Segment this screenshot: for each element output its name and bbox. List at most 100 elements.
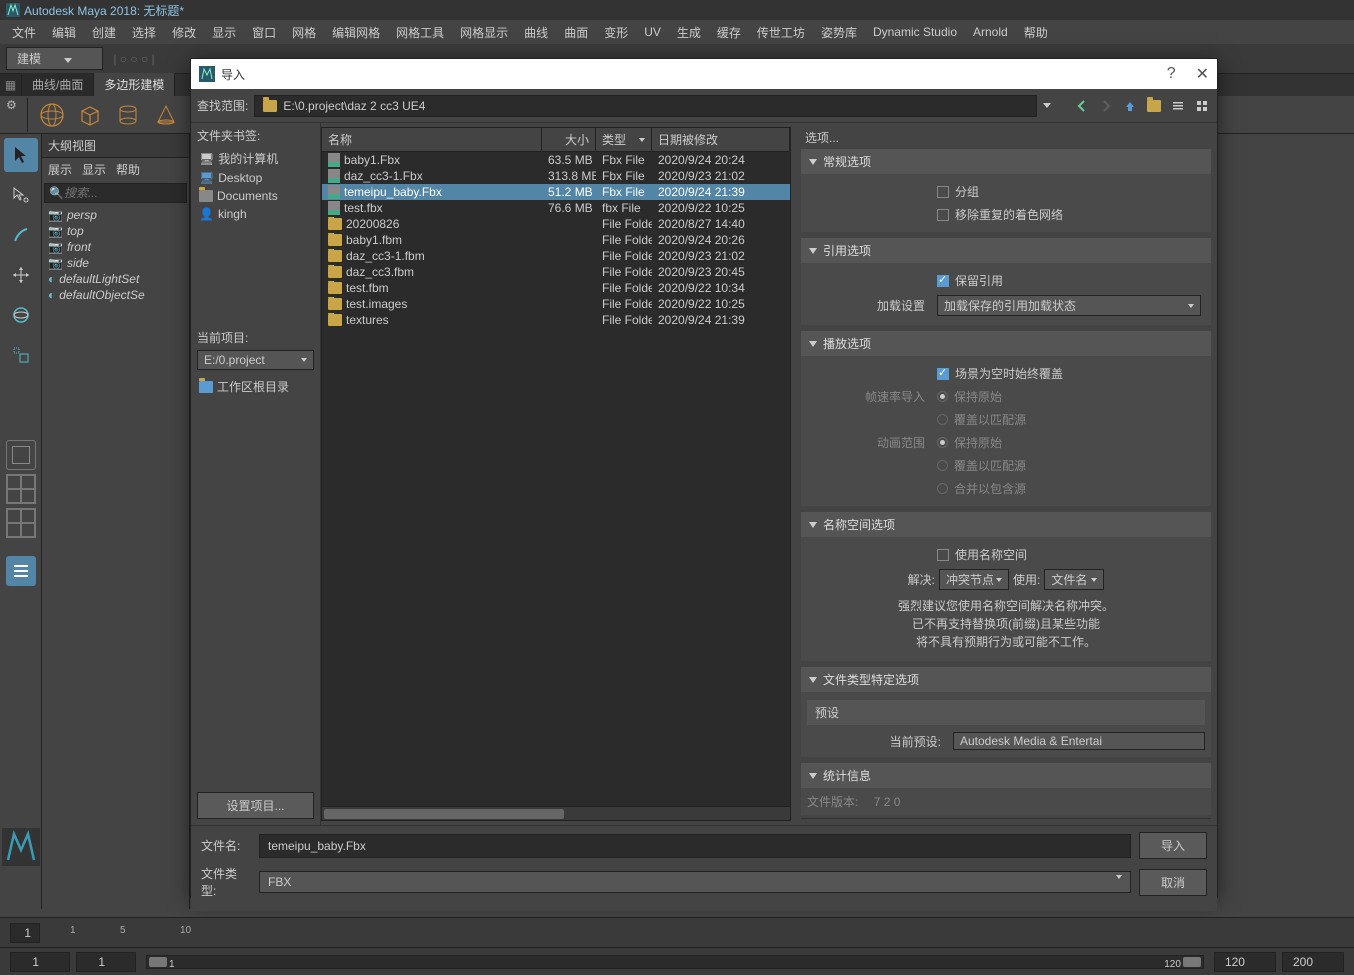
menu-display[interactable]: 显示 (204, 24, 244, 41)
filetype-dropdown[interactable]: FBX (259, 871, 1131, 893)
select-tool[interactable] (4, 138, 38, 172)
menu-generate[interactable]: 生成 (669, 24, 709, 41)
col-size[interactable]: 大小 (542, 128, 596, 151)
section-filetype-header[interactable]: 文件类型特定选项 (801, 667, 1211, 692)
workspace-root-item[interactable]: 工作区根目录 (191, 376, 320, 397)
checkbox-override-empty[interactable] (937, 368, 949, 380)
nav-up-icon[interactable] (1121, 97, 1139, 115)
time-ruler[interactable]: 1 5 10 (60, 921, 1344, 945)
outer-end[interactable]: 200 (1282, 952, 1344, 972)
menu-create[interactable]: 创建 (84, 24, 124, 41)
menu-select[interactable]: 选择 (124, 24, 164, 41)
current-project-dropdown[interactable]: E:/0.project (197, 350, 314, 370)
workspace-dropdown[interactable]: 建模 (6, 47, 103, 70)
import-button[interactable]: 导入 (1139, 832, 1207, 859)
range-slider[interactable]: 1 1 1 120 120 200 (0, 947, 1354, 975)
section-general-header[interactable]: 常规选项 (801, 149, 1211, 174)
set-project-button[interactable]: 设置项目... (197, 792, 314, 819)
range-track[interactable]: 1 120 (146, 955, 1204, 969)
menu-modify[interactable]: 修改 (164, 24, 204, 41)
outliner-item-top[interactable]: 📷top (46, 223, 185, 239)
section-reference-header[interactable]: 引用选项 (801, 238, 1211, 263)
use-dropdown[interactable]: 文件名 (1044, 569, 1104, 590)
section-namespace-header[interactable]: 名称空间选项 (801, 512, 1211, 537)
file-row[interactable]: daz_cc3.fbmFile Folder2020/9/23 20:45 (322, 264, 790, 280)
lasso-tool[interactable] (4, 178, 38, 212)
poly-cylinder-icon[interactable] (114, 101, 142, 129)
poly-cone-icon[interactable] (152, 101, 180, 129)
options-scroll[interactable]: 常规选项 分组 移除重复的着色网络 引用选项 保留引用 加载设置加载保存的引用加… (801, 149, 1211, 819)
time-slider[interactable]: 1 1 5 10 (0, 917, 1354, 947)
poly-sphere-icon[interactable] (38, 101, 66, 129)
file-row[interactable]: baby1.Fbx63.5 MBFbx File2020/9/24 20:24 (322, 152, 790, 168)
menu-mesh-display[interactable]: 网格显示 (452, 24, 516, 41)
outliner-menu-help[interactable]: 帮助 (116, 161, 140, 178)
checkbox-group[interactable] (937, 186, 949, 198)
range-end[interactable]: 120 (1214, 952, 1276, 972)
file-row[interactable]: test.fbmFile Folder2020/9/22 10:34 (322, 280, 790, 296)
range-start[interactable]: 1 (76, 952, 136, 972)
range-thumb-end[interactable] (1183, 957, 1201, 967)
bookmark-desktop[interactable]: 🖥Desktop (191, 169, 320, 187)
shelf-gear-icon[interactable]: ⚙ (6, 98, 28, 132)
menu-csgf[interactable]: 传世工坊 (749, 24, 813, 41)
range-thumb-start[interactable] (149, 957, 167, 967)
paint-select-tool[interactable] (4, 218, 38, 252)
path-input[interactable]: E:\0.project\daz 2 cc3 UE4 (254, 95, 1037, 117)
section-playback-header[interactable]: 播放选项 (801, 331, 1211, 356)
menu-file[interactable]: 文件 (4, 24, 44, 41)
menu-help[interactable]: 帮助 (1016, 24, 1056, 41)
outer-start[interactable]: 1 (10, 952, 70, 972)
menu-uv[interactable]: UV (636, 25, 669, 39)
menu-poselib[interactable]: 姿势库 (813, 24, 865, 41)
file-row[interactable]: 20200826File Folder2020/8/27 14:40 (322, 216, 790, 232)
file-row[interactable]: daz_cc3-1.Fbx313.8 MBFbx File2020/9/23 2… (322, 168, 790, 184)
menu-mesh-tools[interactable]: 网格工具 (388, 24, 452, 41)
nav-fwd-icon[interactable] (1097, 97, 1115, 115)
poly-cube-icon[interactable] (76, 101, 104, 129)
outliner-item-side[interactable]: 📷side (46, 255, 185, 271)
channel-box-toggle[interactable] (6, 556, 36, 586)
preset-header[interactable]: 预设 (807, 700, 1205, 725)
file-row[interactable]: temeipu_baby.Fbx51.2 MBFbx File2020/9/24… (322, 184, 790, 200)
scale-tool[interactable] (4, 338, 38, 372)
path-dropdown-icon[interactable] (1043, 103, 1051, 108)
rotate-tool[interactable] (4, 298, 38, 332)
move-tool[interactable] (4, 258, 38, 292)
menu-edit[interactable]: 编辑 (44, 24, 84, 41)
menu-arnold[interactable]: Arnold (965, 25, 1016, 39)
outliner-menu-show[interactable]: 展示 (48, 161, 72, 178)
col-type[interactable]: 类型 (596, 128, 652, 151)
close-button[interactable]: ✕ (1196, 64, 1209, 84)
list-view-icon[interactable] (1169, 97, 1187, 115)
col-name[interactable]: 名称 (322, 128, 542, 151)
file-row[interactable]: texturesFile Folder2020/9/24 21:39 (322, 312, 790, 328)
menu-curves[interactable]: 曲线 (516, 24, 556, 41)
outliner-menu-display[interactable]: 显示 (82, 161, 106, 178)
menu-deform[interactable]: 变形 (596, 24, 636, 41)
frame-start-box[interactable]: 1 (10, 923, 40, 943)
load-settings-dropdown[interactable]: 加载保存的引用加载状态 (937, 295, 1201, 316)
layout-four-icon[interactable] (6, 474, 36, 504)
filename-input[interactable] (259, 834, 1131, 858)
outliner-item-persp[interactable]: 📷persp (46, 207, 185, 223)
file-list[interactable]: baby1.Fbx63.5 MBFbx File2020/9/24 20:24d… (322, 152, 790, 806)
checkbox-dedup[interactable] (937, 209, 949, 221)
menu-window[interactable]: 窗口 (244, 24, 284, 41)
nav-back-icon[interactable] (1073, 97, 1091, 115)
section-stats-header[interactable]: 统计信息 (801, 763, 1211, 788)
shelf-layout-icon[interactable]: ▦ (0, 74, 22, 96)
layout-single-icon[interactable] (6, 440, 36, 470)
col-date[interactable]: 日期被修改 (652, 128, 790, 151)
file-row[interactable]: daz_cc3-1.fbmFile Folder2020/9/23 21:02 (322, 248, 790, 264)
menu-edit-mesh[interactable]: 编辑网格 (324, 24, 388, 41)
checkbox-use-namespace[interactable] (937, 549, 949, 561)
dialog-titlebar[interactable]: 导入 ? ✕ (191, 59, 1217, 89)
tab-polygon-modeling[interactable]: 多边形建模 (94, 73, 175, 96)
menu-mesh[interactable]: 网格 (284, 24, 324, 41)
bookmark-user[interactable]: 👤kingh (191, 205, 320, 223)
file-row[interactable]: baby1.fbmFile Folder2020/9/24 20:26 (322, 232, 790, 248)
help-button[interactable]: ? (1167, 65, 1176, 83)
checkbox-keep-ref[interactable] (937, 275, 949, 287)
layout-four-b-icon[interactable] (6, 508, 36, 538)
